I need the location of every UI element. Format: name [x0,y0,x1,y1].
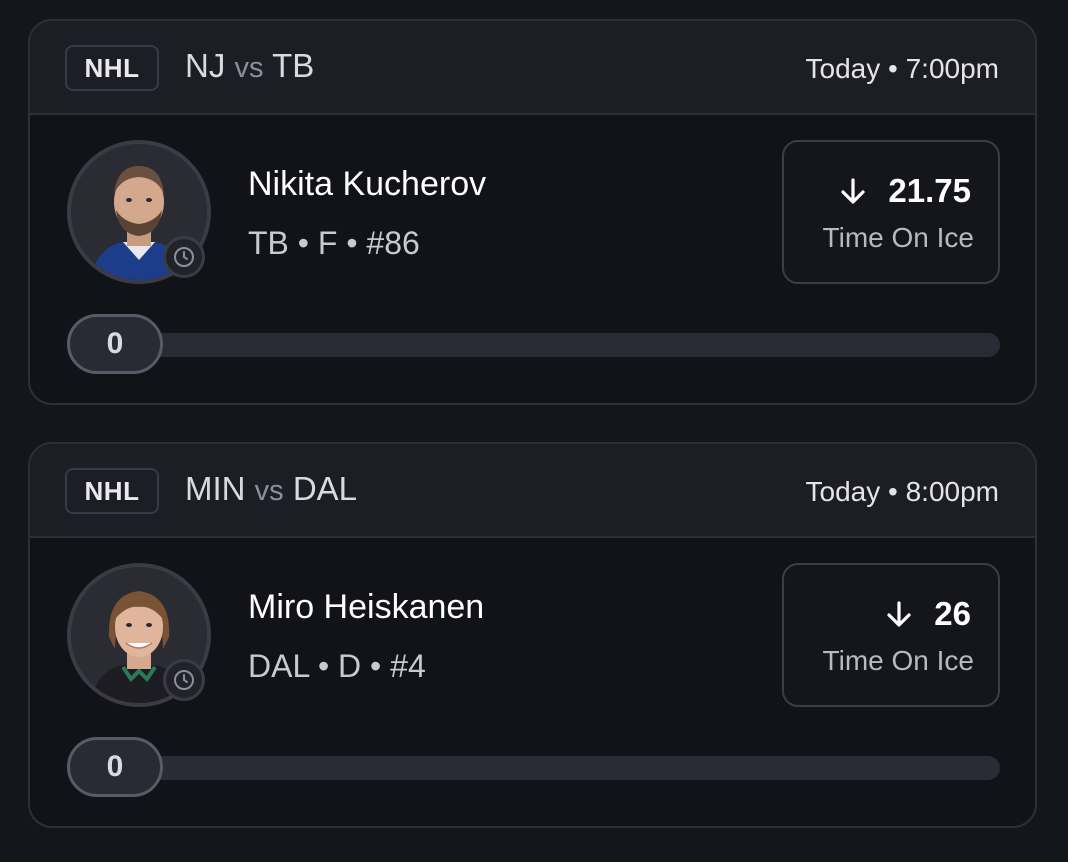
game-header: NHL NJ vs TB Today • 7:00pm [30,21,1035,115]
player-meta: DAL • D • #4 [248,648,426,684]
clock-icon [163,236,205,278]
prop-value: 26 [934,595,971,632]
prop-value-row: 21.75 [838,172,971,210]
player-meta: TB • F • #86 [248,225,420,261]
home-team: NJ [185,47,226,84]
prop-value-row: 26 [884,595,971,633]
matchup: NJ vs TB [185,47,314,85]
prop-pick-button[interactable]: 26 Time On Ice [782,563,1000,707]
progress-value: 0 [67,314,163,374]
prop-card[interactable]: NHL MIN vs DAL Today • 8:00pm Miro Heisk… [28,442,1037,828]
vs-label: vs [254,475,284,507]
away-team: DAL [292,470,358,507]
prop-pick-button[interactable]: 21.75 Time On Ice [782,140,1000,284]
prop-card[interactable]: NHL NJ vs TB Today • 7:00pm Nikita Kuche… [28,19,1037,405]
league-badge: NHL [65,468,159,514]
clock-icon [163,659,205,701]
game-time: Today • 8:00pm [805,476,999,507]
player-name: Miro Heiskanen [248,588,485,626]
game-header: NHL MIN vs DAL Today • 8:00pm [30,444,1035,538]
progress-track [100,756,1000,780]
progress-value: 0 [67,737,163,797]
arrow-down-icon [841,178,866,204]
prop-value: 21.75 [888,172,971,209]
vs-label: vs [234,52,264,84]
league-badge: NHL [65,45,159,91]
prop-label: Time On Ice [822,645,974,676]
game-time: Today • 7:00pm [805,53,999,84]
home-team: MIN [185,470,246,507]
arrow-down-icon [887,601,911,627]
player-name: Nikita Kucherov [248,165,487,203]
away-team: TB [272,47,315,84]
matchup: MIN vs DAL [185,470,357,508]
prop-label: Time On Ice [822,222,974,253]
progress-track [100,333,1000,357]
